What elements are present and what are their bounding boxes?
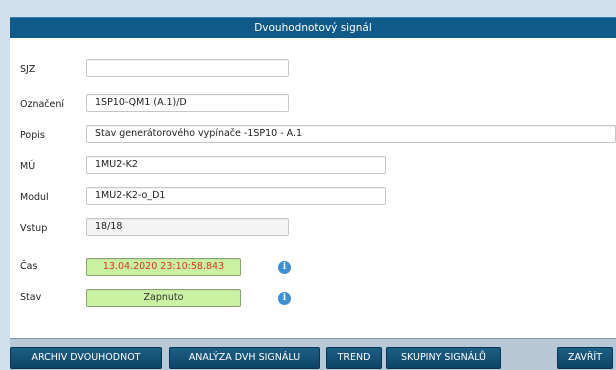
window-title: Dvouhodnotový signál	[254, 21, 372, 34]
detail-panel: SJZ Označení 1SP10-QM1 (A.1)/D Popis Sta…	[10, 38, 616, 338]
popis-label: Popis	[20, 130, 45, 141]
archiv-dvouhodnot-button[interactable]: ARCHIV DVOUHODNOT	[10, 347, 162, 369]
stav-label: Stav	[20, 292, 42, 303]
sjz-label: SJZ	[20, 64, 36, 75]
info-icon[interactable]: i	[278, 292, 291, 305]
modul-field[interactable]: 1MU2-K2-o_D1	[86, 187, 386, 205]
cas-field[interactable]: 13.04.2020 23:10:58.843	[86, 258, 241, 276]
info-icon[interactable]: i	[278, 261, 291, 274]
oznaceni-label: Označení	[20, 99, 65, 110]
mu-field[interactable]: 1MU2-K2	[86, 156, 386, 174]
close-button[interactable]: ZAVŘÍT	[557, 347, 613, 369]
window-title-bar: Dvouhodnotový signál	[10, 17, 616, 38]
popis-field[interactable]: Stav generátorového vypínače -1SP10 - A.…	[86, 125, 616, 143]
vstup-field[interactable]: 18/18	[86, 218, 289, 236]
oznaceni-field[interactable]: 1SP10-QM1 (A.1)/D	[86, 94, 289, 112]
mu-label: MÚ	[20, 161, 36, 172]
trend-button[interactable]: TREND	[326, 347, 382, 369]
skupiny-signalu-button[interactable]: SKUPINY SIGNÁLŮ	[386, 347, 501, 369]
analyza-dvh-signalu-button[interactable]: ANALÝZA DVH SIGNÁLU	[169, 347, 320, 369]
sjz-field[interactable]	[86, 59, 289, 77]
modul-label: Modul	[20, 192, 49, 203]
button-bar: ARCHIV DVOUHODNOT ANALÝZA DVH SIGNÁLU TR…	[10, 338, 616, 370]
vstup-label: Vstup	[20, 223, 48, 234]
stav-field[interactable]: Zapnuto	[86, 289, 241, 307]
cas-label: Čas	[20, 261, 38, 272]
